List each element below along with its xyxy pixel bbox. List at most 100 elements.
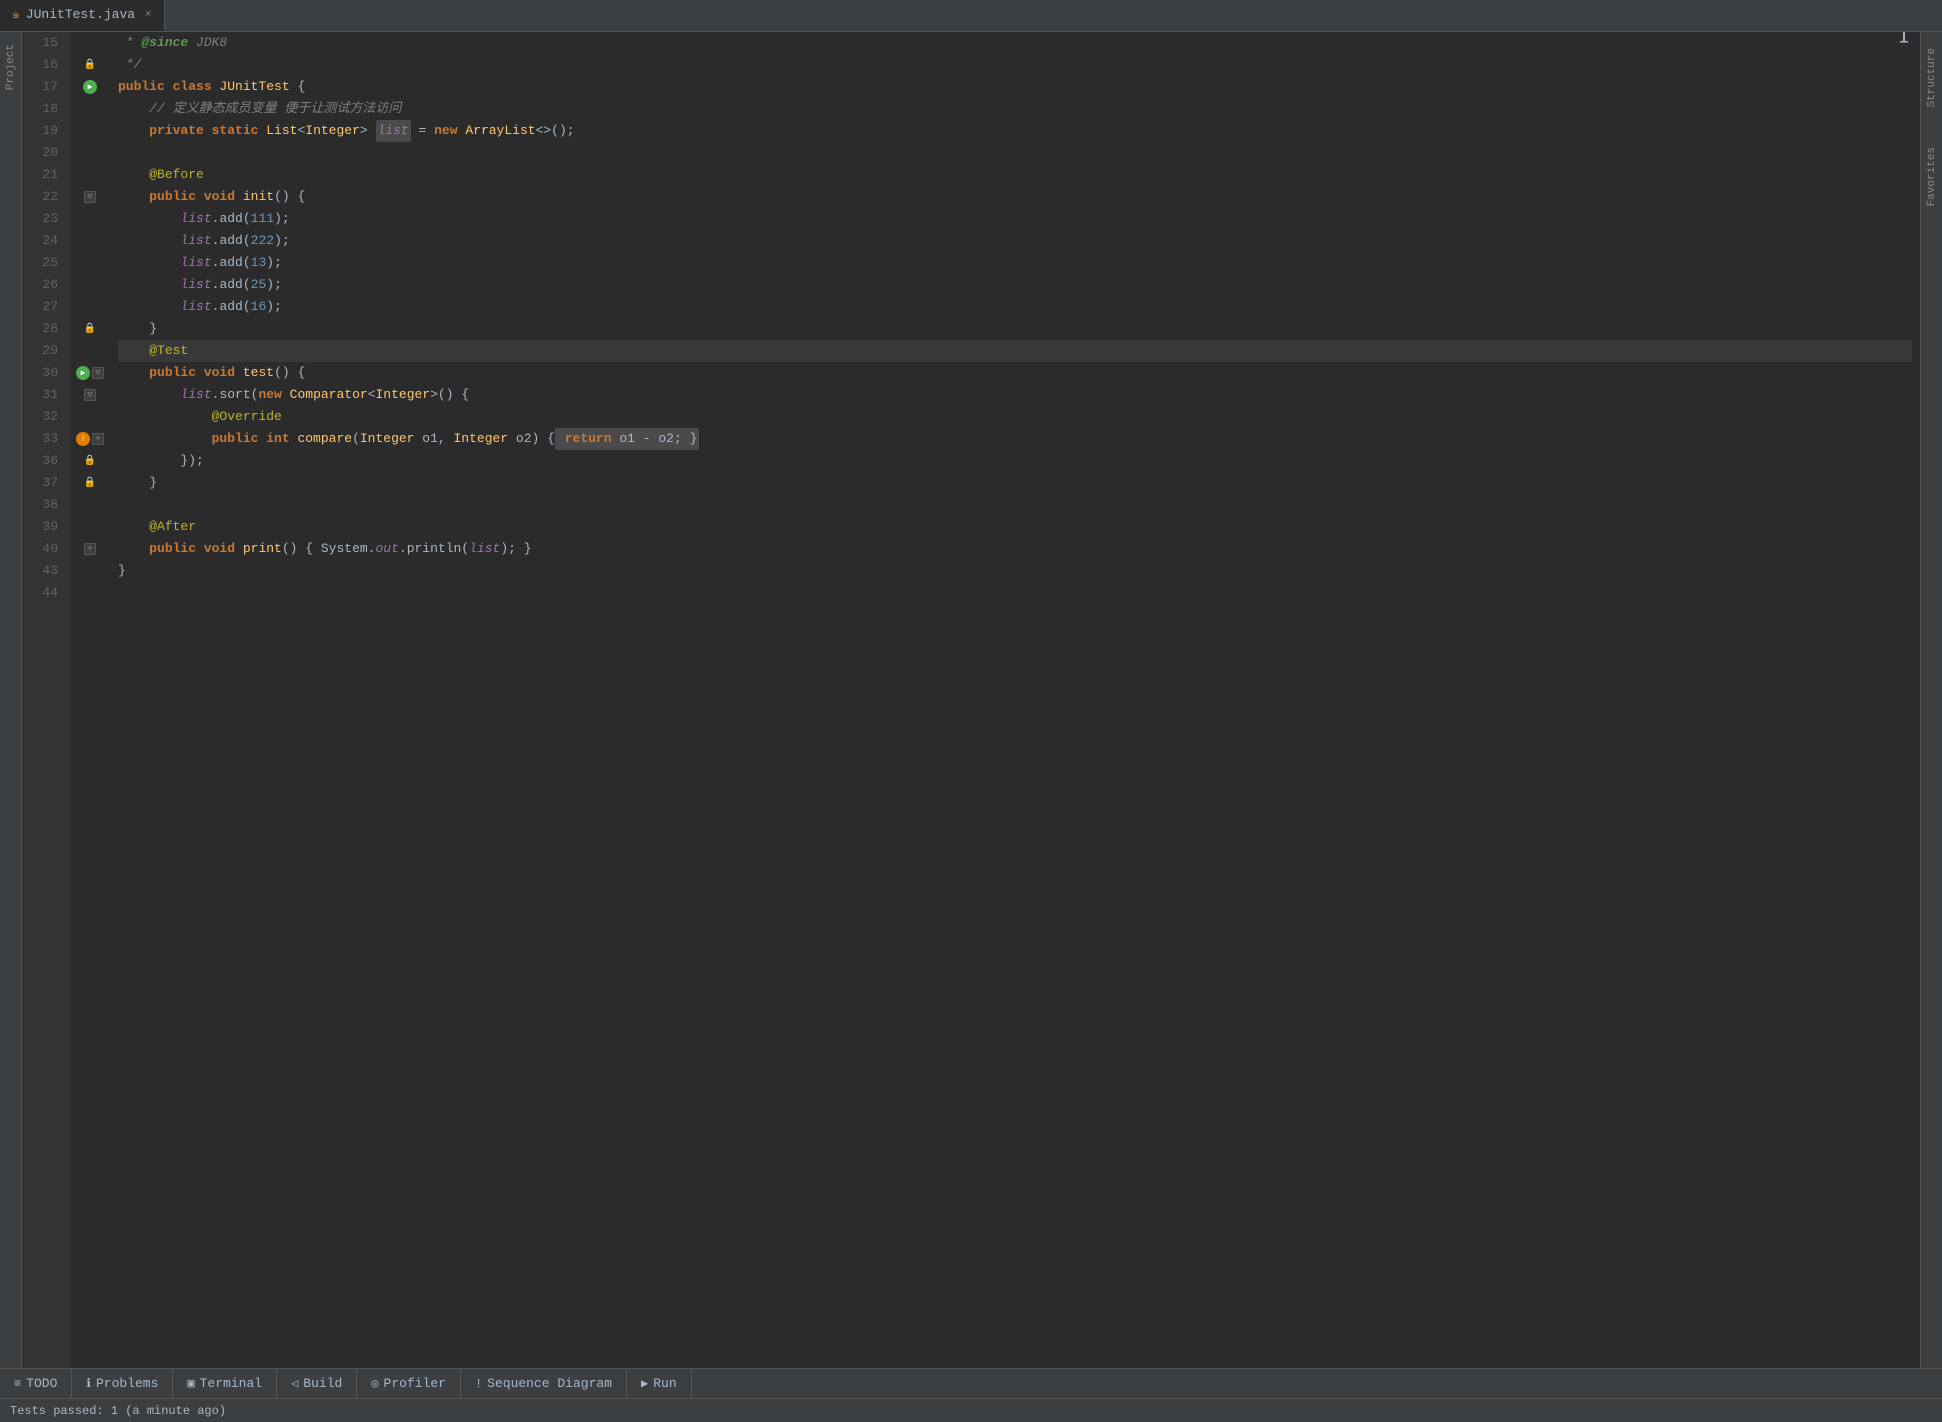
code-line-19: private static List<Integer> list = new … bbox=[118, 120, 1912, 142]
code-token: JUnitTest bbox=[219, 76, 289, 98]
toolbar-item-run[interactable]: ▶Run bbox=[627, 1369, 692, 1398]
sidebar-item-favorites[interactable]: Favorites bbox=[1924, 139, 1940, 214]
code-token: @Test bbox=[149, 340, 188, 362]
line-number-32: 32 bbox=[22, 406, 64, 428]
code-token bbox=[118, 208, 180, 230]
expand-icon[interactable]: + bbox=[84, 543, 96, 555]
fold-icon[interactable]: ▽ bbox=[92, 367, 104, 379]
code-token: ( bbox=[352, 428, 360, 450]
code-token: o2) { bbox=[508, 428, 555, 450]
code-token: } bbox=[118, 318, 157, 340]
code-token: list bbox=[180, 252, 211, 274]
code-token: } bbox=[682, 431, 698, 446]
code-token: } bbox=[118, 472, 157, 494]
margin-line-39 bbox=[70, 516, 110, 538]
line-number-23: 23 bbox=[22, 208, 64, 230]
tab-close-button[interactable]: × bbox=[145, 9, 152, 21]
line-number-16: 16 bbox=[22, 54, 64, 76]
margin-line-38 bbox=[70, 494, 110, 516]
toolbar-item-terminal[interactable]: ▣Terminal bbox=[173, 1369, 277, 1398]
code-editor[interactable]: 1516171819202122232425262728293031323336… bbox=[22, 32, 1920, 1368]
code-line-28: } bbox=[118, 318, 1912, 340]
toolbar-item-todo[interactable]: ≡ TODO bbox=[0, 1369, 72, 1398]
code-line-22: public void init() { bbox=[118, 186, 1912, 208]
toolbar-icon-problems: ℹ bbox=[86, 1376, 91, 1391]
margin-line-19 bbox=[70, 120, 110, 142]
code-line-31: list.sort(new Comparator<Integer>() { bbox=[118, 384, 1912, 406]
code-token bbox=[118, 362, 149, 384]
code-token: () { bbox=[282, 538, 321, 560]
toolbar-label-todo: TODO bbox=[26, 1376, 57, 1391]
lock-icon: 🔒 bbox=[84, 323, 96, 335]
line-number-33: 33 bbox=[22, 428, 64, 450]
code-token: compare bbox=[297, 428, 352, 450]
toolbar-icon-profiler: ◎ bbox=[371, 1376, 378, 1391]
toolbar-label-terminal: Terminal bbox=[200, 1376, 262, 1391]
toolbar-icon-todo: ≡ bbox=[14, 1377, 21, 1391]
code-token: 25 bbox=[251, 274, 267, 296]
tab-junit[interactable]: ☕ JUnitTest.java × bbox=[0, 0, 165, 31]
margin-line-30: ▶▽ bbox=[70, 362, 110, 384]
code-token bbox=[118, 406, 212, 428]
code-line-30: public void test() { bbox=[118, 362, 1912, 384]
tab-bar: ☕ JUnitTest.java × bbox=[0, 0, 1942, 32]
sidebar-item-project[interactable]: Project bbox=[3, 36, 19, 98]
code-token: return bbox=[557, 431, 619, 446]
code-line-27: list.add(16); bbox=[118, 296, 1912, 318]
code-token: () { bbox=[274, 186, 305, 208]
code-line-32: @Override bbox=[118, 406, 1912, 428]
code-token: Integer bbox=[454, 428, 509, 450]
fold-icon[interactable]: ▽ bbox=[84, 389, 96, 401]
code-token: .add( bbox=[212, 252, 251, 274]
code-token: list bbox=[180, 274, 211, 296]
margin-line-22: ▽ bbox=[70, 186, 110, 208]
margin-line-15 bbox=[70, 32, 110, 54]
line-number-40: 40 bbox=[22, 538, 64, 560]
code-token: o1 - o2; bbox=[619, 431, 681, 446]
code-line-18: // 定义静态成员变量 便于让测试方法访问 bbox=[118, 98, 1912, 120]
code-token: ); bbox=[274, 208, 290, 230]
code-token bbox=[118, 120, 149, 142]
expand-icon[interactable]: + bbox=[92, 433, 104, 445]
code-content[interactable]: * @since JDK8 */public class JUnitTest {… bbox=[110, 32, 1920, 1368]
toolbar-item-problems[interactable]: ℹProblems bbox=[72, 1369, 173, 1398]
code-token: Comparator bbox=[290, 384, 368, 406]
code-token: public bbox=[212, 428, 267, 450]
code-line-40: public void print() { System.out.println… bbox=[118, 538, 1912, 560]
line-number-gutter: 1516171819202122232425262728293031323336… bbox=[22, 32, 70, 1368]
line-number-28: 28 bbox=[22, 318, 64, 340]
sidebar-item-structure[interactable]: Structure bbox=[1924, 40, 1940, 115]
code-line-43: } bbox=[118, 560, 1912, 582]
warning-icon[interactable]: ! bbox=[76, 432, 90, 446]
code-token: ); bbox=[274, 230, 290, 252]
margin-line-28: 🔒 bbox=[70, 318, 110, 340]
margin-line-37: 🔒 bbox=[70, 472, 110, 494]
code-line-33: public int compare(Integer o1, Integer o… bbox=[118, 428, 1912, 450]
left-side-panel: Project bbox=[0, 32, 22, 1368]
code-token: 16 bbox=[251, 296, 267, 318]
code-token: < bbox=[297, 120, 305, 142]
toolbar-item-sequence-diagram[interactable]: !Sequence Diagram bbox=[461, 1369, 627, 1398]
code-token: Integer bbox=[360, 428, 415, 450]
code-token: @since bbox=[141, 32, 188, 54]
fold-icon[interactable]: ▽ bbox=[84, 191, 96, 203]
toolbar-item-profiler[interactable]: ◎Profiler bbox=[357, 1369, 461, 1398]
code-token: System. bbox=[321, 538, 376, 560]
code-token: ); bbox=[266, 274, 282, 296]
toolbar-label-sequence-diagram: Sequence Diagram bbox=[487, 1376, 612, 1391]
code-line-26: list.add(25); bbox=[118, 274, 1912, 296]
code-token: print bbox=[243, 538, 282, 560]
tab-filename: JUnitTest.java bbox=[26, 7, 135, 22]
run-icon[interactable]: ▶ bbox=[76, 366, 90, 380]
run-icon[interactable]: ▶ bbox=[83, 80, 97, 94]
line-number-38: 38 bbox=[22, 494, 64, 516]
margin-line-29 bbox=[70, 340, 110, 362]
code-token: @Override bbox=[212, 406, 282, 428]
line-number-24: 24 bbox=[22, 230, 64, 252]
margin-icons: 🔒▶▽🔒▶▽▽!+🔒🔒+ bbox=[70, 32, 110, 1368]
bottom-toolbar: ≡ TODO ℹProblems▣Terminal◁Build◎Profiler!S… bbox=[0, 1368, 1942, 1398]
code-token: new bbox=[258, 384, 289, 406]
code-token: ; bbox=[567, 120, 575, 142]
code-token: ); bbox=[266, 252, 282, 274]
toolbar-item-build[interactable]: ◁Build bbox=[277, 1369, 357, 1398]
